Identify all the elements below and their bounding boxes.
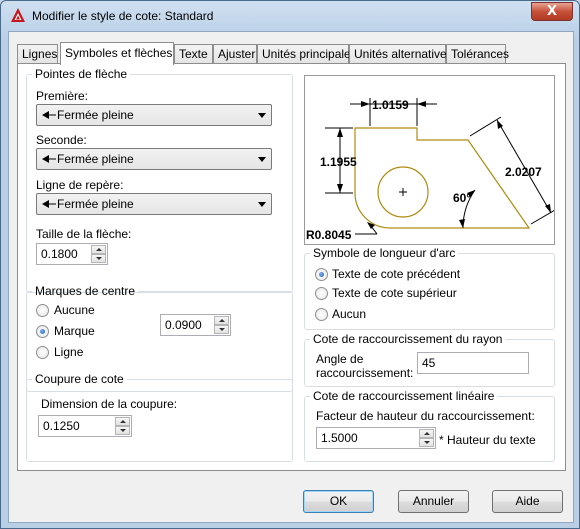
close-button[interactable]: X <box>531 2 573 21</box>
window-title: Modifier le style de cote: Standard <box>32 9 214 23</box>
center-mark-mark-radio[interactable] <box>36 325 49 338</box>
dim-break-legend: Coupure de cote <box>35 372 124 386</box>
jog-angle-value: 45 <box>422 356 436 370</box>
spin-up-button[interactable] <box>115 417 130 426</box>
tab-ajuster[interactable]: Ajuster <box>213 44 257 64</box>
jog-angle-label-line1: Angle de <box>316 352 364 366</box>
jog-height-factor-label: Facteur de hauteur du raccourcissement: <box>316 409 535 423</box>
spin-down-button[interactable] <box>91 254 106 263</box>
tab-tolerances[interactable]: Tolérances <box>446 44 509 64</box>
radius-jog-legend: Cote de raccourcissement du rayon <box>313 332 503 346</box>
tab-lignes[interactable]: Lignes <box>17 44 58 64</box>
linear-jog-group: Cote de raccourcissement linéaire <box>304 389 555 462</box>
jog-angle-label-line2: raccourcissement: <box>316 366 414 380</box>
preview-drawing: 1.0159 1.1955 2.0207 60° R0.8045 <box>306 98 556 242</box>
center-mark-line-label[interactable]: Ligne <box>54 345 83 359</box>
dim-break-size-value: 0.1250 <box>43 419 80 433</box>
help-button[interactable]: Aide <box>492 490 563 513</box>
second-arrow-value: Fermée pleine <box>57 152 134 166</box>
arc-symbol-above-label[interactable]: Texte de cote supérieur <box>332 286 457 300</box>
tab-unites-alternatives[interactable]: Unités alternatives <box>349 44 453 64</box>
preview-angle: 60° <box>453 191 471 205</box>
arc-symbol-none-label[interactable]: Aucun <box>332 307 366 321</box>
second-arrow-dropdown[interactable]: Fermée pleine <box>36 148 272 170</box>
arrow-size-label: Taille de la flèche: <box>36 227 132 241</box>
tab-symboles-et-fleches[interactable]: Symboles et flèches <box>60 42 174 65</box>
center-mark-size-value: 0.0900 <box>165 318 202 332</box>
dialog-window: Modifier le style de cote: Standard X Li… <box>0 0 580 529</box>
spin-down-button[interactable] <box>214 325 229 334</box>
cancel-button[interactable]: Annuler <box>398 490 469 513</box>
jog-height-factor-spinner[interactable]: 1.5000 <box>316 427 436 449</box>
arc-length-legend: Symbole de longueur d'arc <box>313 246 456 260</box>
linear-jog-legend: Cote de raccourcissement linéaire <box>313 389 495 403</box>
leader-arrow-dropdown[interactable]: Fermée pleine <box>36 193 272 215</box>
first-arrow-label: Première: <box>36 89 89 103</box>
tab-unites-principales[interactable]: Unités principales <box>257 44 357 64</box>
arrow-size-spinner[interactable]: 0.1800 <box>36 243 108 265</box>
arc-symbol-preceding-radio[interactable] <box>315 268 328 281</box>
preview-radius: R0.8045 <box>306 228 352 242</box>
title-bar[interactable]: Modifier le style de cote: Standard X <box>1 1 579 31</box>
leader-arrow-label: Ligne de repère: <box>36 178 124 192</box>
center-marks-legend: Marques de centre <box>35 284 136 298</box>
preview-part-outline <box>354 127 531 229</box>
arc-symbol-preceding-label[interactable]: Texte de cote précédent <box>332 267 460 281</box>
ok-button[interactable]: OK <box>303 490 374 513</box>
spin-down-button[interactable] <box>419 438 434 447</box>
arc-symbol-none-radio[interactable] <box>315 308 328 321</box>
closed-filled-arrow-icon <box>42 200 56 208</box>
center-mark-mark-label[interactable]: Marque <box>54 324 95 338</box>
chevron-down-icon <box>258 157 266 162</box>
second-arrow-label: Seconde: <box>36 133 87 147</box>
arc-symbol-above-radio[interactable] <box>315 287 328 300</box>
spin-up-button[interactable] <box>214 316 229 325</box>
chevron-down-icon <box>258 113 266 118</box>
dim-break-size-label: Dimension de la coupure: <box>41 397 178 411</box>
center-mark-line-radio[interactable] <box>36 346 49 359</box>
leader-arrow-value: Fermée pleine <box>57 197 134 211</box>
tab-texte[interactable]: Texte <box>174 44 213 64</box>
dimension-preview: 1.0159 1.1955 2.0207 60° R0.8045 <box>304 75 556 245</box>
spin-up-button[interactable] <box>91 245 106 254</box>
dim-break-size-spinner[interactable]: 0.1250 <box>38 415 132 437</box>
preview-dim-left: 1.1955 <box>320 155 357 169</box>
autocad-logo-icon <box>11 8 25 22</box>
first-arrow-dropdown[interactable]: Fermée pleine <box>36 104 272 126</box>
preview-dim-right: 2.0207 <box>505 165 542 179</box>
center-mark-none-label[interactable]: Aucune <box>54 303 95 317</box>
center-mark-none-radio[interactable] <box>36 304 49 317</box>
preview-dim-top: 1.0159 <box>372 98 409 112</box>
closed-filled-arrow-icon <box>42 111 56 119</box>
tab-panel: Pointes de flèche Première: Fermée plein… <box>17 63 566 471</box>
jog-angle-input[interactable]: 45 <box>417 352 529 374</box>
chevron-down-icon <box>258 202 266 207</box>
arrowheads-legend: Pointes de flèche <box>35 67 128 81</box>
center-mark-size-spinner[interactable]: 0.0900 <box>160 314 231 336</box>
jog-height-factor-value: 1.5000 <box>321 431 358 445</box>
first-arrow-value: Fermée pleine <box>57 108 134 122</box>
dialog-client-area: Lignes Symboles et flèches Texte Ajuster… <box>8 31 574 523</box>
spin-up-button[interactable] <box>419 429 434 438</box>
spin-down-button[interactable] <box>115 426 130 435</box>
jog-height-factor-suffix: * Hauteur du texte <box>439 433 536 447</box>
closed-filled-arrow-icon <box>42 155 56 163</box>
arrow-size-value: 0.1800 <box>41 247 78 261</box>
